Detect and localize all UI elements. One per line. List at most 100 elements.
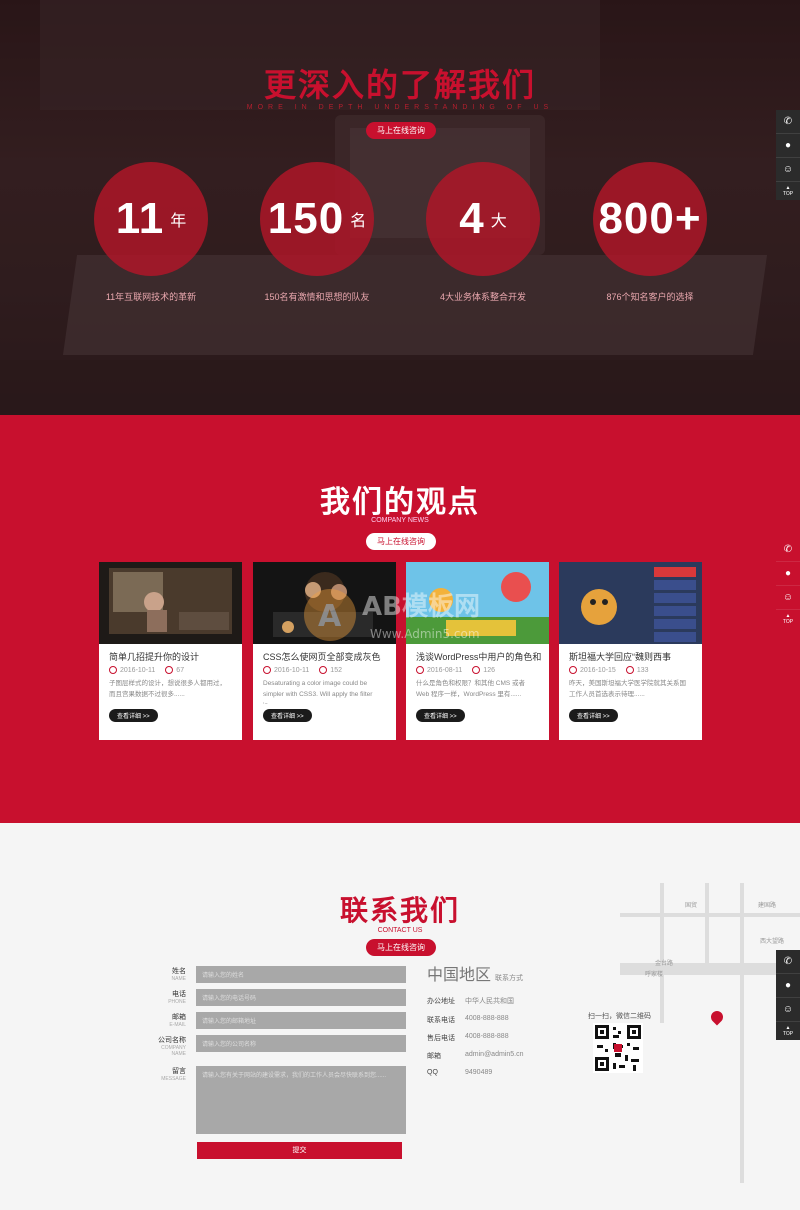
news-subtitle: COMPANY NEWS	[371, 517, 429, 524]
map-label: 呼家楼	[645, 972, 664, 978]
news-more-button[interactable]: 查看详细 >>	[263, 709, 312, 722]
news-more-button[interactable]: 查看详细 >>	[569, 709, 618, 722]
info-row-phone: 联系电话 4008-888-888	[427, 1015, 587, 1025]
news-views-text: 67	[176, 666, 185, 674]
field-label: 留言 MESSAGE	[150, 1066, 186, 1082]
phone-icon[interactable]: ✆	[776, 538, 800, 562]
qq-icon[interactable]: ●	[776, 134, 800, 158]
info-row-address: 办公地址 中华人民共和国	[427, 996, 587, 1006]
news-thumbnail[interactable]	[559, 562, 702, 644]
news-date: 2016-10-11	[109, 666, 155, 674]
info-row-aftersale: 售后电话 4008-888-888	[427, 1033, 587, 1043]
company-input[interactable]: 请输入您的公司名称	[196, 1035, 406, 1052]
news-thumbnail[interactable]	[253, 562, 396, 644]
news-more-button[interactable]: 查看详细 >>	[416, 709, 465, 722]
news-card-title[interactable]: 斯坦福大学回应“魏则西事	[559, 644, 702, 662]
field-label-cn: 公司名称	[158, 1037, 186, 1044]
email-input[interactable]: 请输入您的邮箱地址	[196, 1012, 406, 1029]
info-value: 4008-888-888	[465, 1015, 509, 1022]
back-to-top-button[interactable]: ▲ TOP	[783, 1022, 793, 1040]
news-views-text: 152	[330, 666, 342, 674]
news-card-desc: Desaturating a color image could be simp…	[263, 680, 373, 704]
news-views: 126	[472, 666, 495, 674]
user-icon[interactable]: ☺	[776, 158, 800, 182]
field-label-cn: 邮箱	[172, 1014, 186, 1021]
news-views: 152	[319, 666, 342, 674]
phone-icon[interactable]: ✆	[776, 950, 800, 974]
field-label: 电话 PHONE	[150, 989, 186, 1005]
phone-input[interactable]: 请输入您的电话号码	[196, 989, 406, 1006]
back-to-top-label: TOP	[782, 619, 794, 625]
info-key: 邮箱	[427, 1053, 441, 1060]
submit-button[interactable]: 提交	[197, 1142, 402, 1159]
info-value: 中华人民共和国	[465, 998, 514, 1005]
news-card[interactable]: CSS怎么使网页全部变成灰色 2016-10-11 152 Desaturati…	[253, 562, 396, 740]
eye-icon	[625, 666, 634, 674]
news-consult-button[interactable]: 马上在线咨询	[366, 533, 436, 550]
qq-icon[interactable]: ●	[776, 974, 800, 998]
news-card-desc: 什么是角色和权限？和其他 CMS 或者 Web 程序一样，WordPress 里…	[416, 680, 526, 698]
news-card-title[interactable]: 浅谈WordPress中用户的角色和	[406, 644, 549, 662]
phone-icon[interactable]: ✆	[776, 110, 800, 134]
news-card-meta: 2016-10-11 67	[99, 662, 242, 678]
stat-circle-team: 150 名	[260, 162, 374, 276]
stat-caption-business: 4大业务体系整合开发	[439, 292, 526, 302]
map-label: 西大望路	[760, 939, 785, 945]
news-card-title[interactable]: CSS怎么使网页全部变成灰色	[253, 644, 396, 662]
back-to-top-button[interactable]: ▲ TOP	[783, 182, 793, 200]
hero-section: 更深入的了解我们 MORE IN DEPTH UNDERSTANDING OF …	[0, 0, 800, 415]
float-sidebar-top: ✆ ● ☺ ▲ TOP	[776, 110, 800, 200]
news-thumbnail[interactable]	[406, 562, 549, 644]
form-row-message: 留言 MESSAGE 请输入您有关于网站的建设需求，我们的工作人员会尽快联系到您.…	[150, 1066, 410, 1134]
field-label-cn: 电话	[172, 991, 186, 998]
wechat-qr-code	[593, 1023, 643, 1073]
info-row-qq: QQ 9490489	[427, 1069, 587, 1076]
region-name: 中国地区	[427, 967, 492, 984]
stat-number: 800+	[598, 194, 702, 243]
eye-icon	[165, 666, 174, 674]
field-label: 公司名称 COMPANY NAME	[150, 1035, 186, 1057]
form-row-email: 邮箱 E-MAIL 请输入您的邮箱地址	[150, 1012, 410, 1029]
field-label: 邮箱 E-MAIL	[150, 1012, 186, 1028]
news-date: 2016-08-11	[416, 666, 462, 674]
back-to-top-label: TOP	[782, 1031, 794, 1037]
field-label-en: PHONE	[168, 999, 186, 1005]
news-date-text: 2016-10-15	[580, 666, 616, 674]
news-card[interactable]: 简单几招提升你的设计 2016-10-11 67 子图层样式的设计，想说很多人都…	[99, 562, 242, 740]
news-card-title[interactable]: 简单几招提升你的设计	[99, 644, 242, 662]
stat-caption-team: 150名有激情和思想的队友	[264, 292, 370, 302]
hero-consult-button[interactable]: 马上在线咨询	[366, 122, 436, 139]
hero-subtitle: MORE IN DEPTH UNDERSTANDING OF US	[246, 104, 554, 111]
news-card[interactable]: 斯坦福大学回应“魏则西事 2016-10-15 133 昨天，美国斯坦福大学医学…	[559, 562, 702, 740]
hero-title: 更深入的了解我们	[263, 67, 536, 103]
float-sidebar-bottom: ✆ ● ☺ ▲ TOP	[776, 950, 800, 1040]
stat-number: 4	[459, 194, 485, 243]
contact-subtitle: CONTACT US	[377, 927, 423, 934]
clock-icon	[263, 666, 271, 674]
message-textarea[interactable]: 请输入您有关于网站的建设需求，我们的工作人员会尽快联系到您......	[196, 1066, 406, 1134]
clock-icon	[569, 666, 577, 674]
qr-caption: 扫一扫，微信二维码	[588, 1013, 651, 1020]
map-pin-icon[interactable]	[708, 1008, 726, 1026]
back-to-top-button[interactable]: ▲ TOP	[783, 610, 793, 628]
info-value: 4008-888-888	[465, 1033, 509, 1040]
qq-icon[interactable]: ●	[776, 562, 800, 586]
stat-circle-years: 11 年	[94, 162, 208, 276]
news-views: 133	[625, 666, 649, 674]
stat-caption-years: 11年互联网技术的革新	[105, 292, 197, 302]
user-icon[interactable]: ☺	[776, 998, 800, 1022]
news-views: 67	[165, 666, 184, 674]
news-thumbnail[interactable]	[99, 562, 242, 644]
stat-number: 150	[267, 194, 345, 243]
news-date: 2016-10-15	[569, 666, 616, 674]
stat-number: 11	[115, 194, 165, 243]
contact-consult-button[interactable]: 马上在线咨询	[366, 939, 436, 956]
field-label-en: COMPANY NAME	[161, 1045, 186, 1057]
name-input[interactable]: 请输入您的姓名	[196, 966, 406, 983]
user-icon[interactable]: ☺	[776, 586, 800, 610]
news-card[interactable]: 浅谈WordPress中用户的角色和 2016-08-11 126 什么是角色和…	[406, 562, 549, 740]
clock-icon	[416, 666, 424, 674]
contact-title: 联系我们	[339, 895, 460, 926]
news-more-button[interactable]: 查看详细 >>	[109, 709, 158, 722]
region-title: 中国地区 联系方式	[427, 961, 523, 985]
